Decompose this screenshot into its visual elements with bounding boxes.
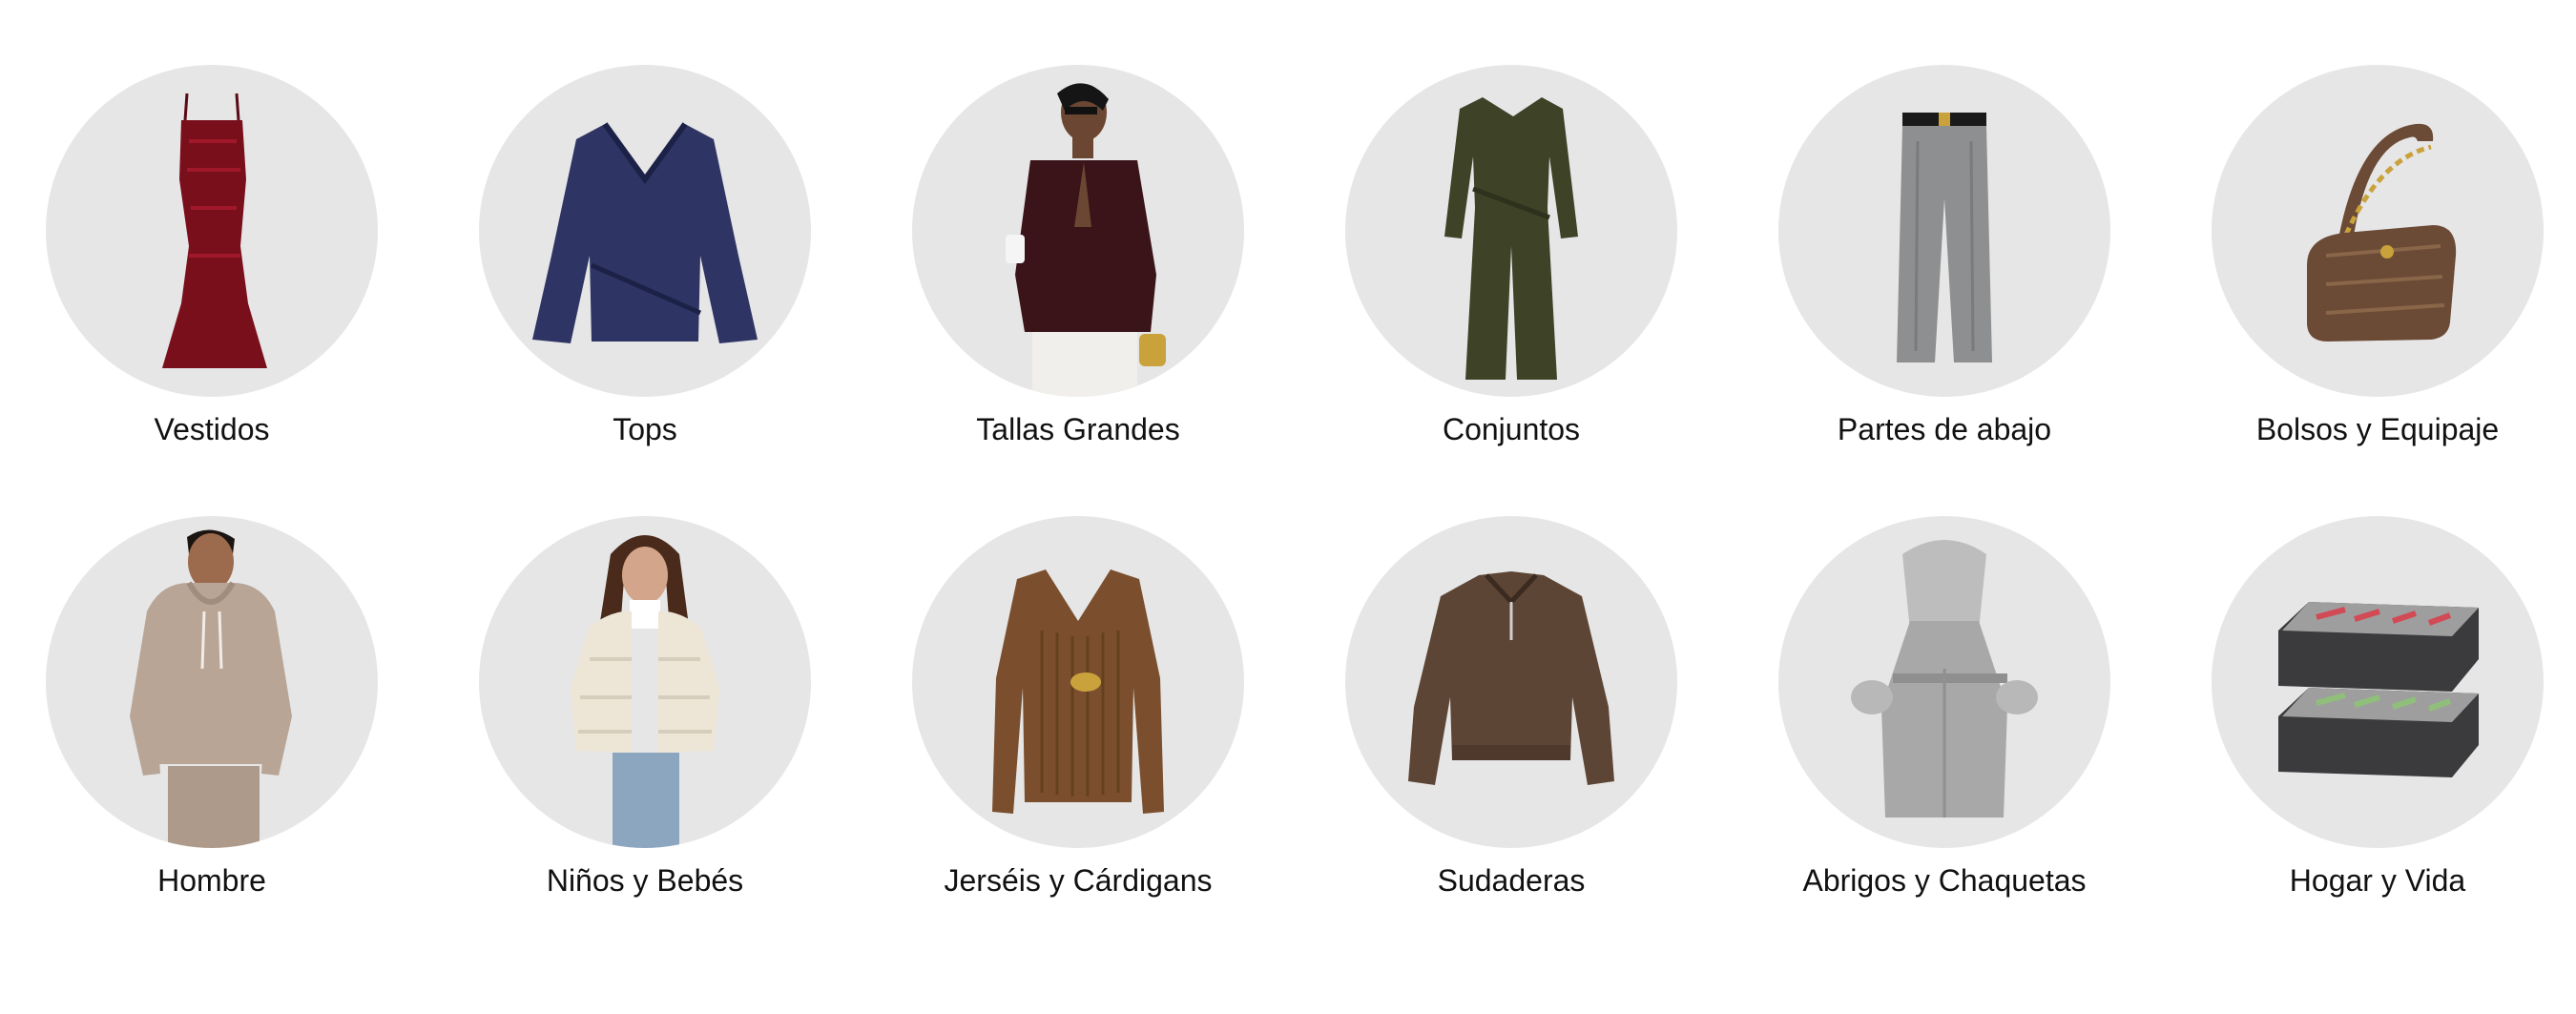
- category-grid: Vestidos Tops Tallas Grandes Conjuntos P…: [0, 0, 2576, 1014]
- category-image: [2212, 65, 2544, 397]
- hoodie-model-icon: [130, 529, 292, 848]
- storage-organizer-icon: [2278, 602, 2479, 777]
- category-label: Partes de abajo: [1837, 412, 2052, 446]
- category-label: Vestidos: [154, 412, 270, 446]
- category-sudaderas[interactable]: Sudaderas: [1340, 516, 1683, 899]
- category-tallas-grandes[interactable]: Tallas Grandes: [906, 65, 1250, 447]
- category-image: [1345, 516, 1677, 848]
- category-image: [46, 65, 378, 397]
- category-label: Hombre: [157, 863, 266, 898]
- category-partes-de-abajo[interactable]: Partes de abajo: [1773, 65, 2116, 447]
- jumpsuit-icon: [1444, 97, 1578, 380]
- category-label: Hogar y Vida: [2289, 863, 2466, 898]
- sweatshirt-icon: [1408, 571, 1614, 785]
- blazer-model-icon: [1006, 83, 1166, 397]
- category-hombre[interactable]: Hombre: [40, 516, 384, 899]
- category-label: Abrigos y Chaquetas: [1802, 863, 2087, 898]
- category-label: Conjuntos: [1442, 412, 1581, 446]
- category-abrigos-y-chaquetas[interactable]: Abrigos y Chaquetas: [1773, 516, 2116, 899]
- category-image: [479, 65, 811, 397]
- category-label: Sudaderas: [1437, 863, 1586, 898]
- category-label: Jerséis y Cárdigans: [944, 863, 1213, 898]
- knit-sweater-icon: [992, 569, 1164, 814]
- category-hogar-y-vida[interactable]: Hogar y Vida: [2206, 516, 2549, 899]
- category-image: [1778, 65, 2110, 397]
- category-label: Tallas Grandes: [976, 412, 1180, 446]
- category-label: Tops: [613, 412, 677, 446]
- category-vestidos[interactable]: Vestidos: [40, 65, 384, 447]
- puffer-jacket-child-icon: [571, 535, 719, 848]
- category-label: Niños y Bebés: [546, 863, 744, 898]
- category-image: [479, 516, 811, 848]
- category-image: [1345, 65, 1677, 397]
- category-conjuntos[interactable]: Conjuntos: [1340, 65, 1683, 447]
- handbag-icon: [2307, 123, 2457, 341]
- category-image: [1778, 516, 2110, 848]
- category-label: Bolsos y Equipaje: [2255, 412, 2500, 446]
- wrap-top-icon: [532, 122, 758, 343]
- category-ninos-y-bebes[interactable]: Niños y Bebés: [473, 516, 817, 899]
- category-image: [912, 516, 1244, 848]
- fur-coat-icon: [1851, 540, 2038, 817]
- category-tops[interactable]: Tops: [473, 65, 817, 447]
- trousers-icon: [1897, 113, 1992, 362]
- category-image: [912, 65, 1244, 397]
- category-image: [2212, 516, 2544, 848]
- dress-icon: [162, 93, 267, 368]
- category-jerseis-y-cardigans[interactable]: Jerséis y Cárdigans: [906, 516, 1250, 899]
- category-image: [46, 516, 378, 848]
- category-bolsos-y-equipaje[interactable]: Bolsos y Equipaje: [2206, 65, 2549, 447]
